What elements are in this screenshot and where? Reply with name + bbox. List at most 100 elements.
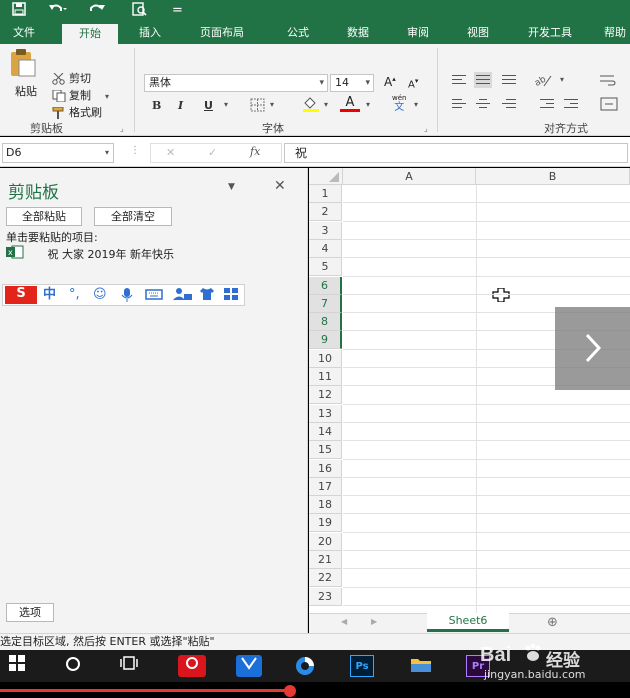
- row-header[interactable]: 2: [309, 203, 342, 222]
- row-header[interactable]: 9: [309, 331, 342, 350]
- select-all-corner[interactable]: [309, 168, 343, 185]
- insert-function-button[interactable]: fx: [250, 145, 260, 158]
- save-icon[interactable]: [12, 2, 26, 22]
- close-icon[interactable]: ✕: [274, 178, 286, 194]
- row-header[interactable]: 4: [309, 239, 342, 258]
- align-center-icon[interactable]: [474, 96, 492, 112]
- row-header[interactable]: 5: [309, 258, 342, 277]
- netease-music-icon[interactable]: [178, 655, 206, 677]
- chevron-down-icon[interactable]: ▾: [224, 100, 228, 109]
- dialog-launcher-icon[interactable]: ⌟: [424, 124, 428, 133]
- column-header-a[interactable]: A: [343, 168, 476, 185]
- decrease-indent-icon[interactable]: [538, 96, 556, 112]
- tab-insert[interactable]: 插入: [128, 22, 172, 44]
- browser-icon[interactable]: [292, 655, 318, 677]
- row-header[interactable]: 6: [309, 276, 342, 295]
- user-icon[interactable]: [173, 287, 193, 306]
- borders-button[interactable]: [250, 98, 266, 115]
- add-sheet-button[interactable]: ⊕: [547, 615, 558, 630]
- row-header[interactable]: 22: [309, 569, 342, 588]
- shrink-font-button[interactable]: A▾: [408, 77, 418, 90]
- tab-review[interactable]: 审阅: [396, 22, 440, 44]
- format-painter-button[interactable]: 格式刷: [52, 104, 102, 120]
- file-explorer-icon[interactable]: [408, 655, 434, 677]
- enter-button[interactable]: ✓: [208, 146, 217, 159]
- sheet-tab-sheet6[interactable]: Sheet6: [427, 613, 509, 632]
- paste-all-button[interactable]: 全部粘贴: [6, 207, 82, 226]
- ime-lang-toggle[interactable]: 中: [43, 287, 56, 303]
- tab-developer[interactable]: 开发工具: [518, 22, 582, 44]
- next-slide-button[interactable]: [555, 307, 630, 390]
- clear-all-button[interactable]: 全部清空: [94, 207, 172, 226]
- toolbox-icon[interactable]: [223, 287, 239, 306]
- row-header[interactable]: 21: [309, 551, 342, 569]
- print-preview-icon[interactable]: [132, 2, 148, 22]
- skin-icon[interactable]: [199, 287, 215, 306]
- undo-icon[interactable]: [48, 2, 68, 22]
- row-header[interactable]: 14: [309, 422, 342, 441]
- tab-page-layout[interactable]: 页面布局: [190, 22, 254, 44]
- name-box[interactable]: D6 ▾: [2, 143, 114, 163]
- tab-data[interactable]: 数据: [336, 22, 380, 44]
- search-icon[interactable]: [62, 655, 84, 677]
- microphone-icon[interactable]: [121, 287, 133, 308]
- emoji-icon[interactable]: ☺: [93, 287, 107, 303]
- align-top-icon[interactable]: [450, 72, 468, 88]
- customize-qat-button[interactable]: =: [172, 2, 183, 20]
- font-color-button[interactable]: A: [340, 95, 360, 112]
- pane-options-chevron-icon[interactable]: ▼: [228, 182, 235, 192]
- row-header[interactable]: 3: [309, 221, 342, 240]
- phonetic-button[interactable]: wén 文: [392, 94, 406, 113]
- chevron-down-icon[interactable]: ▾: [366, 100, 370, 109]
- punctuation-icon[interactable]: °,: [69, 287, 80, 303]
- bold-button[interactable]: B: [152, 99, 161, 112]
- chevron-down-icon[interactable]: ▾: [560, 75, 564, 84]
- grow-font-button[interactable]: A▴: [384, 75, 396, 89]
- dialog-launcher-icon[interactable]: ⌟: [120, 124, 124, 133]
- row-header[interactable]: 1: [309, 185, 342, 203]
- sogou-logo-icon[interactable]: S: [5, 286, 37, 304]
- tab-home[interactable]: 开始: [62, 24, 118, 44]
- align-middle-icon[interactable]: [474, 72, 492, 88]
- cancel-button[interactable]: ✕: [166, 146, 175, 159]
- chevron-down-icon[interactable]: ▾: [414, 100, 418, 109]
- task-view-icon[interactable]: [118, 655, 140, 677]
- formula-input[interactable]: 祝: [284, 143, 628, 163]
- clipboard-item[interactable]: x 祝 大家 2019年 新年快乐: [6, 245, 296, 265]
- row-header[interactable]: 12: [309, 386, 342, 405]
- paste-button[interactable]: 粘贴: [8, 48, 44, 108]
- underline-button[interactable]: U: [204, 99, 213, 112]
- sheet-next-button[interactable]: ▶: [371, 617, 377, 626]
- row-header[interactable]: 11: [309, 368, 342, 386]
- row-header[interactable]: 10: [309, 349, 342, 368]
- column-header-b[interactable]: B: [476, 168, 630, 185]
- row-header[interactable]: 15: [309, 441, 342, 460]
- chevron-down-icon[interactable]: ▾: [324, 100, 328, 109]
- copy-button[interactable]: 复制 ▾: [52, 87, 109, 103]
- row-header[interactable]: 19: [309, 514, 342, 533]
- row-header[interactable]: 8: [309, 313, 342, 332]
- options-button[interactable]: 选项: [6, 603, 54, 622]
- app-icon-blue[interactable]: [236, 655, 262, 677]
- merge-center-icon[interactable]: [600, 96, 618, 112]
- video-scrubber-handle[interactable]: [283, 685, 296, 697]
- row-header[interactable]: 18: [309, 496, 342, 515]
- increase-indent-icon[interactable]: [562, 96, 580, 112]
- tab-view[interactable]: 视图: [456, 22, 500, 44]
- photoshop-icon[interactable]: Ps: [350, 655, 374, 677]
- tab-help[interactable]: 帮助: [600, 22, 630, 44]
- orientation-button[interactable]: ab: [533, 72, 554, 91]
- redo-icon[interactable]: [88, 2, 108, 22]
- fill-color-button[interactable]: [302, 96, 320, 115]
- row-header[interactable]: 17: [309, 477, 342, 496]
- row-header[interactable]: 20: [309, 532, 342, 551]
- row-header[interactable]: 13: [309, 404, 342, 423]
- video-progress-bar[interactable]: [0, 682, 630, 698]
- row-header[interactable]: 16: [309, 459, 342, 478]
- windows-start-icon[interactable]: [6, 655, 28, 677]
- align-bottom-icon[interactable]: [500, 72, 518, 88]
- wrap-text-icon[interactable]: [598, 72, 616, 88]
- align-right-icon[interactable]: [500, 96, 518, 112]
- cut-button[interactable]: 剪切: [52, 70, 91, 86]
- font-size-combo[interactable]: 14 ▾: [330, 74, 374, 92]
